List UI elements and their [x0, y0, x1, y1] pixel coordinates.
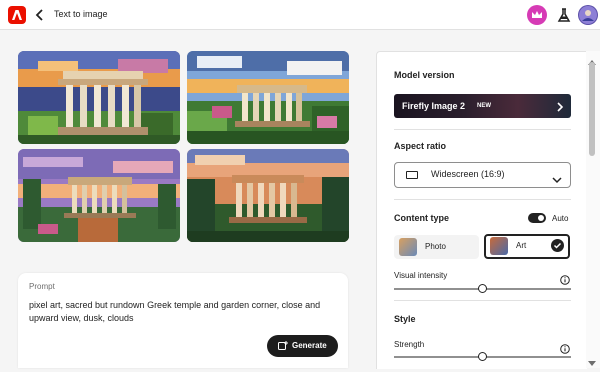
strength-label: Strength — [394, 340, 425, 349]
toggle-knob — [538, 215, 544, 221]
premium-crown-icon[interactable] — [527, 5, 547, 25]
chevron-right-icon — [555, 100, 565, 118]
style-title: Style — [394, 314, 416, 324]
beta-flask-icon[interactable] — [554, 5, 574, 25]
checkmark-icon — [551, 239, 564, 252]
content-type-title: Content type — [394, 213, 449, 223]
adobe-logo-icon[interactable] — [8, 6, 26, 24]
generate-icon — [278, 341, 288, 353]
photo-label: Photo — [425, 242, 446, 251]
divider — [394, 199, 571, 200]
model-name: Firefly Image 2 — [402, 101, 466, 111]
visual-intensity-slider[interactable] — [478, 284, 487, 293]
model-version-button[interactable]: Firefly Image 2 NEW — [394, 94, 571, 118]
strength-slider[interactable] — [478, 352, 487, 361]
aspect-ratio-title: Aspect ratio — [394, 141, 447, 151]
aspect-ratio-value: Widescreen (16:9) — [431, 169, 505, 179]
visual-intensity-label: Visual intensity — [394, 271, 448, 280]
info-icon[interactable] — [560, 341, 570, 354]
generate-label: Generate — [292, 341, 327, 350]
user-avatar-icon[interactable] — [578, 5, 598, 25]
generated-image-3[interactable] — [18, 149, 180, 242]
prompt-input[interactable]: pixel art, sacred but rundown Greek temp… — [29, 299, 339, 325]
art-label: Art — [516, 241, 527, 250]
scrollbar-thumb[interactable] — [589, 62, 595, 156]
page-title: Text to image — [54, 9, 108, 19]
art-thumbnail — [490, 237, 508, 255]
auto-label: Auto — [552, 214, 569, 223]
widescreen-icon — [406, 171, 418, 179]
generated-image-4[interactable] — [187, 149, 349, 242]
content-type-art[interactable]: Art — [484, 234, 570, 259]
model-version-title: Model version — [394, 70, 455, 80]
divider — [394, 129, 571, 130]
prompt-card: Prompt pixel art, sacred but rundown Gre… — [18, 273, 348, 368]
generated-image-1[interactable] — [18, 51, 180, 144]
app-header: Text to image — [0, 0, 600, 30]
scroll-down-icon[interactable] — [588, 354, 596, 372]
info-icon[interactable] — [560, 272, 570, 285]
prompt-label: Prompt — [29, 282, 55, 291]
aspect-ratio-select[interactable]: Widescreen (16:9) — [394, 162, 571, 188]
generated-image-2[interactable] — [187, 51, 349, 144]
divider — [394, 300, 571, 301]
auto-toggle[interactable] — [528, 213, 546, 223]
content-type-photo[interactable]: Photo — [394, 235, 479, 259]
chevron-down-icon — [552, 171, 562, 189]
photo-thumbnail — [399, 238, 417, 256]
new-badge: NEW — [477, 103, 491, 109]
generate-button[interactable]: Generate — [267, 335, 338, 357]
settings-panel: Model version Firefly Image 2 NEW Aspect… — [376, 51, 587, 369]
back-arrow-icon[interactable] — [34, 7, 46, 23]
